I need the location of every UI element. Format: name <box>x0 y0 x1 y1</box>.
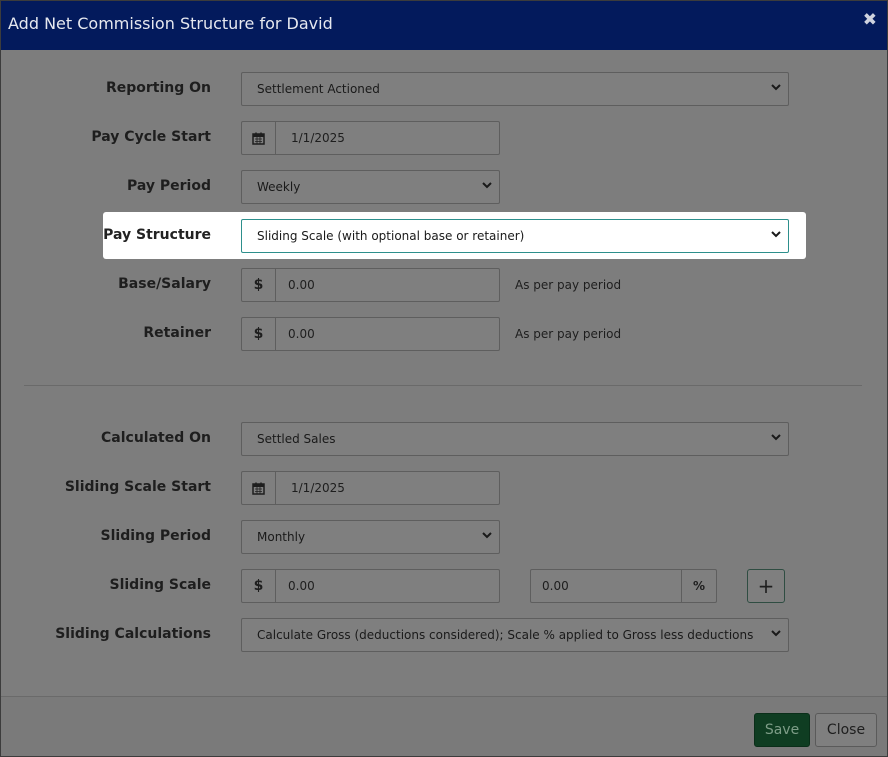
retainer-label: Retainer <box>143 325 211 341</box>
pay-cycle-start-input[interactable]: 1/1/2025 <box>241 121 500 155</box>
chevron-down-icon <box>482 182 492 189</box>
sliding-scale-amount-value: 0.00 <box>288 579 315 593</box>
pay-period-select[interactable]: Weekly <box>241 170 500 204</box>
sliding-scale-start-input[interactable]: 1/1/2025 <box>241 471 500 505</box>
pay-structure-select[interactable]: Sliding Scale (with optional base or ret… <box>241 219 789 253</box>
base-salary-value: 0.00 <box>288 278 315 292</box>
pay-cycle-start-label: Pay Cycle Start <box>91 129 211 145</box>
dialog-titlebar: Add Net Commission Structure for David ✖ <box>1 1 887 50</box>
pay-structure-label: Pay Structure <box>103 227 211 243</box>
chevron-down-icon <box>771 630 781 637</box>
add-scale-button[interactable]: + <box>747 569 785 603</box>
base-salary-label: Base/Salary <box>118 276 211 292</box>
sliding-scale-start-label: Sliding Scale Start <box>64 479 211 495</box>
pay-structure-value: Sliding Scale (with optional base or ret… <box>257 229 525 243</box>
dollar-icon: $ <box>242 318 276 350</box>
sliding-scale-start-value: 1/1/2025 <box>291 481 345 495</box>
chevron-down-icon <box>771 84 781 91</box>
base-salary-input[interactable]: $ 0.00 <box>241 268 500 302</box>
sliding-scale-percent-value: 0.00 <box>542 579 569 593</box>
sliding-period-select[interactable]: Monthly <box>241 520 500 554</box>
base-salary-hint: As per pay period <box>515 278 622 292</box>
dollar-icon: $ <box>242 570 276 602</box>
sliding-calculations-value: Calculate Gross (deductions considered);… <box>257 628 754 642</box>
dollar-icon: $ <box>242 269 276 301</box>
save-button[interactable]: Save <box>754 713 810 747</box>
retainer-hint: As per pay period <box>515 327 622 341</box>
chevron-down-icon <box>482 532 492 539</box>
close-button[interactable]: Close <box>815 713 877 747</box>
section-divider <box>24 385 862 386</box>
sliding-period-label: Sliding Period <box>100 528 211 544</box>
sliding-calculations-select[interactable]: Calculate Gross (deductions considered);… <box>241 618 789 652</box>
sliding-period-value: Monthly <box>257 530 306 544</box>
sliding-scale-label: Sliding Scale <box>109 577 212 593</box>
calendar-icon[interactable] <box>242 122 276 154</box>
calculated-on-select[interactable]: Settled Sales <box>241 422 789 456</box>
pay-period-label: Pay Period <box>127 178 211 194</box>
calculated-on-label: Calculated On <box>101 430 211 446</box>
pay-period-value: Weekly <box>257 180 301 194</box>
sliding-scale-amount-input[interactable]: $ 0.00 <box>241 569 500 603</box>
reporting-on-label: Reporting On <box>105 80 211 96</box>
percent-icon: % <box>681 570 716 602</box>
calculated-on-value: Settled Sales <box>257 432 336 446</box>
chevron-down-icon <box>771 231 781 238</box>
reporting-on-value: Settlement Actioned <box>257 82 380 96</box>
retainer-input[interactable]: $ 0.00 <box>241 317 500 351</box>
close-icon[interactable]: ✖ <box>863 12 877 29</box>
reporting-on-select[interactable]: Settlement Actioned <box>241 72 789 106</box>
pay-cycle-start-value: 1/1/2025 <box>291 131 345 145</box>
retainer-value: 0.00 <box>288 327 315 341</box>
sliding-scale-percent-input[interactable]: 0.00 % <box>530 569 717 603</box>
calendar-icon[interactable] <box>242 472 276 504</box>
sliding-calculations-label: Sliding Calculations <box>55 626 211 642</box>
pay-structure-highlight: Pay Structure Sliding Scale (with option… <box>103 212 806 259</box>
commission-dialog: Add Net Commission Structure for David ✖… <box>0 0 888 757</box>
dialog-title: Add Net Commission Structure for David <box>8 14 333 33</box>
chevron-down-icon <box>771 434 781 441</box>
